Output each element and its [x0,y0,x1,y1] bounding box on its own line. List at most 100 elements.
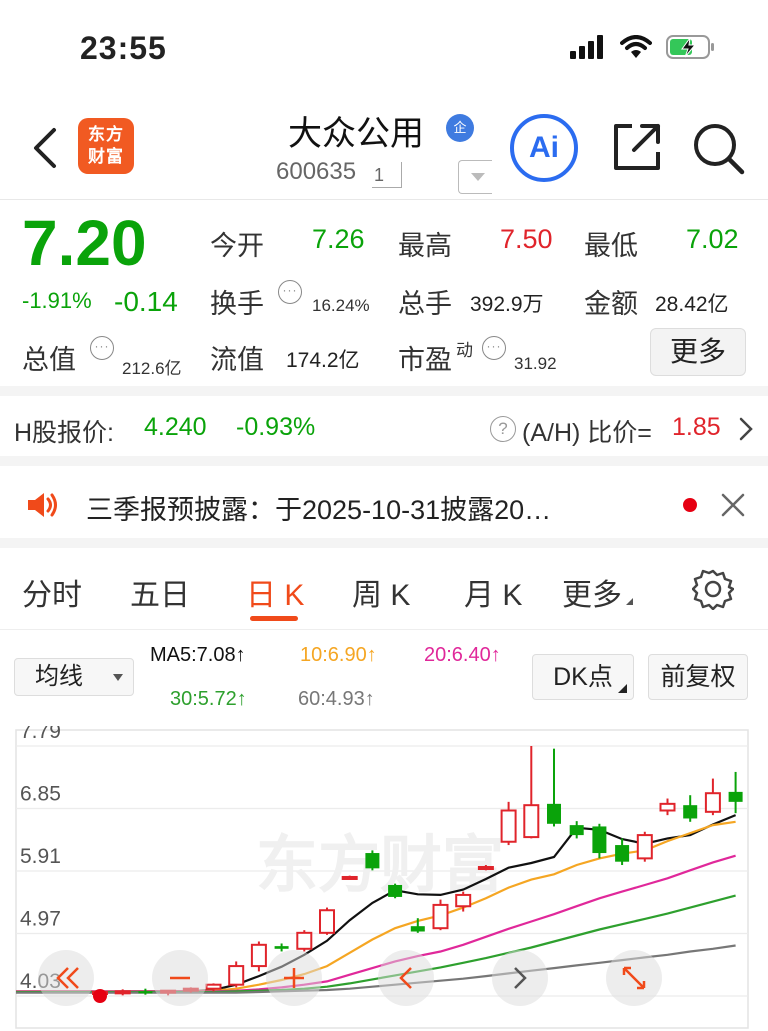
scroll-right-icon[interactable] [492,950,548,1006]
candle [250,941,267,972]
candle [523,746,540,839]
pe-info-icon[interactable]: ··· [482,336,506,360]
chart-period-tabs: 分时 五日 日 K 周 K 月 K 更多 [0,548,768,630]
ah-ratio-label: (A/H) 比价= [522,419,652,447]
scroll-left-fast-icon[interactable] [38,950,94,1006]
change-amount: -0.14 [114,286,178,317]
pe-superscript: 动 [456,341,473,360]
ma30-value: 30:5.72↑ [170,688,247,710]
float-cap-value: 174.2亿 [286,349,360,372]
tab-more-label: 更多 [562,579,622,612]
cellular-signal-icon [570,35,606,64]
low-value: 7.02 [686,224,739,254]
back-arrow-icon[interactable] [30,126,60,175]
gear-icon[interactable] [691,568,735,615]
candle [296,930,313,952]
battery-charging-icon [666,34,716,65]
amount-label: 金额 [584,289,638,319]
candle [547,748,561,827]
search-icon[interactable] [692,122,746,181]
candle [319,907,335,935]
ma60-value: 60:4.93↑ [298,688,375,710]
status-bar: 23:55 [0,0,768,100]
total-cap-info-icon[interactable]: ··· [90,336,114,360]
zoom-out-icon[interactable] [152,950,208,1006]
y-tick-label: 7.79 [20,726,61,743]
volume-label: 总手 [398,289,452,319]
y-tick-label: 5.91 [20,845,61,868]
ma5-value: MA5:7.08↑ [150,644,246,666]
tab-five-day[interactable]: 五日 [130,570,190,614]
h-share-price: 4.240 [144,413,207,441]
last-price: 7.20 [22,207,147,279]
share-icon[interactable] [612,122,662,177]
help-icon[interactable]: ? [490,416,516,442]
h-share-row[interactable]: H股报价: 4.240 -0.93% ? (A/H) 比价= 1.85 [0,396,768,466]
y-tick-label: 4.97 [20,908,61,931]
code-dropdown[interactable] [458,160,492,194]
candle [704,778,721,816]
high-value: 7.50 [500,224,553,254]
ah-ratio-value: 1.85 [672,413,721,441]
kline-svg[interactable]: 东方财富 7.796.855.914.974.03 [0,720,768,1031]
turnover-label: 换手 [210,289,264,319]
ma10-value: 10:6.90↑ [300,644,377,666]
high-label: 最高 [398,231,452,261]
more-button[interactable]: 更多 [650,328,746,376]
tab-weekly-k[interactable]: 周 K [352,570,410,614]
turnover-info-icon[interactable]: ··· [278,280,302,304]
tab-monthly-k[interactable]: 月 K [464,570,522,614]
open-label: 今开 [210,231,264,261]
total-cap-label: 总值 [22,345,76,375]
tab-daily-k[interactable]: 日 K [246,570,304,614]
tab-intraday[interactable]: 分时 [22,570,82,614]
open-value: 7.26 [312,224,365,254]
speaker-icon [26,490,60,525]
total-cap-value: 212.6亿 [122,359,182,378]
stock-code: 600635 [276,158,357,185]
h-share-label: H股报价: [14,419,115,447]
scroll-left-icon[interactable] [378,950,434,1006]
announcement-bar[interactable]: 三季报预披露：于2025-10-31披露20… [0,466,768,548]
chevron-right-icon[interactable] [738,416,754,447]
indicator-select[interactable]: 均线 [14,658,134,696]
fullscreen-icon[interactable] [606,950,662,1006]
candle [636,831,653,862]
y-tick-label: 6.85 [20,783,61,806]
wifi-icon [620,35,652,64]
status-icons [570,34,716,65]
chart-watermark: 东方财富 [256,828,504,901]
candle [388,883,403,899]
candle [365,850,380,871]
app-logo[interactable]: 东方 财富 [78,118,134,174]
candle [683,795,698,822]
kline-chart[interactable]: 东方财富 7.796.855.914.974.03 [0,720,768,1031]
turnover-value: 16.24% [312,296,370,315]
float-cap-label: 流值 [210,345,264,375]
tab-more[interactable]: 更多 [562,570,633,614]
unread-dot [683,498,697,512]
close-icon[interactable] [720,492,746,523]
ai-assistant-button[interactable]: Ai [510,114,578,182]
corner-triangle-icon [626,598,633,605]
candle [728,771,743,814]
quote-panel: 7.20 -1.91% -0.14 今开 7.26 最高 7.50 最低 7.0… [0,200,768,396]
candle [432,899,449,931]
candle [228,961,245,988]
candle [341,875,358,880]
enterprise-badge: 企 [446,114,474,142]
candle [659,798,676,816]
amount-value: 28.42亿 [655,293,729,316]
dk-point-button[interactable]: DK点 [532,654,634,700]
zoom-in-icon[interactable] [266,950,322,1006]
candle [615,838,630,866]
code-mark: 1 [372,162,402,188]
change-percent: -1.91% [22,288,92,313]
status-time: 23:55 [80,30,167,66]
low-label: 最低 [584,231,638,261]
signal-dot [93,989,107,1003]
announcement-text: 三季报预披露：于2025-10-31披露20… [86,495,552,525]
pe-label: 市盈 [398,345,452,375]
forward-adjust-button[interactable]: 前复权 [648,654,748,700]
h-share-change: -0.93% [236,413,316,441]
